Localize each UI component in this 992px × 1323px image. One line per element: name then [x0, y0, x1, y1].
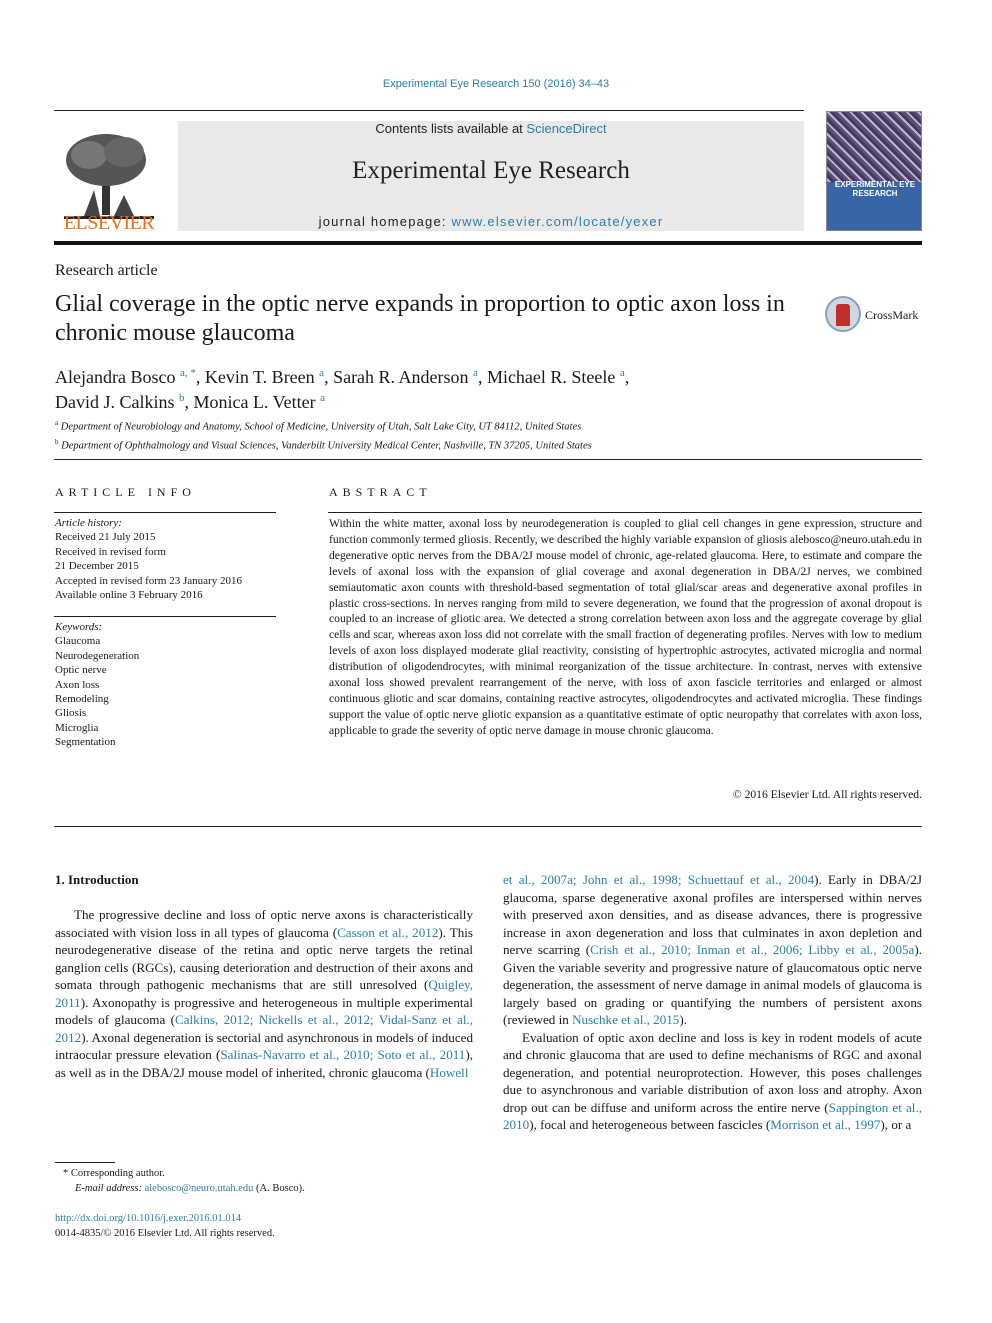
author-name: Monica L. Vetter [193, 392, 316, 412]
contents-prefix: Contents lists available at [375, 121, 527, 136]
article-title: Glial coverage in the optic nerve expand… [55, 291, 785, 346]
affiliations: a Department of Neurobiology and Anatomy… [55, 416, 592, 453]
keyword: Segmentation [55, 736, 116, 749]
homepage-prefix: journal homepage: [318, 214, 452, 229]
affiliation-mark: a [55, 419, 59, 427]
divider [54, 459, 922, 460]
keywords-label: Keywords: [55, 621, 103, 633]
author[interactable]: Sarah R. Anderson a [333, 367, 478, 387]
paragraph: Evaluation of optic axon decline and los… [503, 1029, 922, 1134]
keywords: Keywords: Glaucoma Neurodegeneration Opt… [55, 620, 139, 750]
corresponding-author-note: * Corresponding author. [63, 1168, 165, 1179]
author[interactable]: Monica L. Vetter a [194, 392, 326, 412]
body-column-left: The progressive decline and loss of opti… [55, 906, 473, 1081]
keyword: Microglia [55, 721, 99, 734]
history-label: Article history: [55, 517, 122, 529]
affiliation-text: Department of Neurobiology and Anatomy, … [60, 421, 582, 433]
affiliation-text: Department of Ophthalmology and Visual S… [61, 440, 592, 451]
separator: , [324, 367, 334, 387]
article-type: Research article [55, 262, 158, 279]
divider [328, 512, 922, 513]
author-name: David J. Calkins [55, 392, 175, 412]
keyword: Axon loss [55, 678, 100, 691]
affiliation: a Department of Neurobiology and Anatomy… [55, 416, 592, 435]
separator: , [624, 367, 630, 387]
citation-link[interactable]: et al., 2007a; John et al., 1998; Schuet… [503, 872, 814, 887]
email-suffix: (A. Bosco). [253, 1183, 305, 1194]
author[interactable]: David J. Calkins b [55, 392, 185, 412]
contents-line: Contents lists available at ScienceDirec… [178, 121, 804, 136]
divider [54, 110, 804, 111]
doi-link[interactable]: http://dx.doi.org/10.1016/j.exer.2016.01… [55, 1213, 241, 1224]
citation-link[interactable]: Howell [430, 1065, 469, 1080]
author-affiliation-mark[interactable]: a [320, 392, 325, 404]
citation-link[interactable]: Crish et al., 2010; Inman et al., 2006; … [590, 942, 914, 957]
separator: , [184, 392, 194, 412]
author-name: Alejandra Bosco [55, 367, 176, 387]
author[interactable]: Kevin T. Breen a [205, 367, 324, 387]
citation-link[interactable]: Nuschke et al., 2015 [572, 1012, 679, 1027]
divider [54, 616, 276, 617]
citation-link[interactable]: Morrison et al., 1997 [770, 1117, 880, 1132]
citation-link[interactable]: Salinas-Navarro et al., 2010; Soto et al… [220, 1047, 465, 1062]
abstract-text: Within the white matter, axonal loss by … [329, 517, 922, 737]
history-item: Received 21 July 2015 [55, 531, 156, 544]
author[interactable]: Michael R. Steele a [487, 367, 625, 387]
sciencedirect-link[interactable]: ScienceDirect [526, 121, 606, 136]
author-list: Alejandra Bosco a, *, Kevin T. Breen a, … [55, 363, 815, 413]
keyword: Gliosis [55, 707, 87, 720]
body-text: ), focal and heterogeneous between fasci… [529, 1117, 771, 1132]
email-label: E-mail address: [75, 1183, 145, 1194]
email-link[interactable]: alebosco@neuro.utah.edu [145, 1183, 254, 1194]
keyword: Remodeling [55, 693, 109, 706]
author-affiliation-mark[interactable]: a, * [180, 367, 196, 379]
crossmark-button[interactable]: CrossMark [825, 296, 965, 336]
running-head[interactable]: Experimental Eye Research 150 (2016) 34–… [0, 78, 992, 90]
citation-link[interactable]: Casson et al., 2012 [337, 925, 438, 940]
doi-block: http://dx.doi.org/10.1016/j.exer.2016.01… [55, 1211, 275, 1241]
abstract-copyright: © 2016 Elsevier Ltd. All rights reserved… [732, 788, 922, 801]
issn-line: 0014-4835/© 2016 Elsevier Ltd. All right… [55, 1228, 275, 1239]
body-text: ). [679, 1012, 687, 1027]
article-history: Article history: Received 21 July 2015 R… [55, 516, 242, 602]
separator: , [477, 367, 487, 387]
separator: , [195, 367, 205, 387]
history-item: Received in revised form [55, 545, 166, 558]
section-heading: 1. Introduction [55, 872, 139, 887]
divider [54, 512, 276, 513]
keyword: Optic nerve [55, 664, 107, 677]
author[interactable]: Alejandra Bosco a, * [55, 367, 196, 387]
author-name: Sarah R. Anderson [333, 367, 469, 387]
article-info-heading: ARTICLE INFO [55, 485, 196, 499]
footnote-divider [55, 1162, 115, 1163]
body-column-right: et al., 2007a; John et al., 1998; Schuet… [503, 871, 922, 1134]
footnote: * Corresponding author. E-mail address: … [63, 1166, 305, 1196]
history-item: Accepted in revised form 23 January 2016 [55, 574, 242, 587]
paragraph: et al., 2007a; John et al., 1998; Schuet… [503, 871, 922, 1029]
body-text: ), or a [880, 1117, 912, 1132]
affiliation: b Department of Ophthalmology and Visual… [55, 435, 592, 454]
cover-title: EXPERIMENTAL EYE RESEARCH [834, 180, 916, 198]
elsevier-wordmark: ELSEVIER [63, 212, 155, 234]
history-item: Available online 3 February 2016 [55, 589, 203, 602]
divider-thick [54, 241, 922, 245]
journal-masthead: Contents lists available at ScienceDirec… [178, 121, 804, 231]
homepage-line: journal homepage: www.elsevier.com/locat… [178, 214, 804, 229]
divider [54, 826, 922, 827]
crossmark-icon [825, 296, 861, 332]
abstract-heading: ABSTRACT [329, 485, 432, 499]
crossmark-bookmark-icon [836, 304, 850, 326]
history-item: 21 December 2015 [55, 560, 139, 573]
affiliation-mark: b [55, 437, 59, 446]
author-name: Michael R. Steele [486, 367, 616, 387]
keyword: Glaucoma [55, 635, 101, 648]
journal-name: Experimental Eye Research [352, 157, 630, 184]
crossmark-label: CrossMark [865, 308, 919, 322]
homepage-link[interactable]: www.elsevier.com/locate/yexer [452, 214, 664, 229]
keyword: Neurodegeneration [55, 649, 140, 662]
journal-cover-image[interactable]: EXPERIMENTAL EYE RESEARCH [826, 111, 922, 231]
author-name: Kevin T. Breen [204, 367, 315, 387]
